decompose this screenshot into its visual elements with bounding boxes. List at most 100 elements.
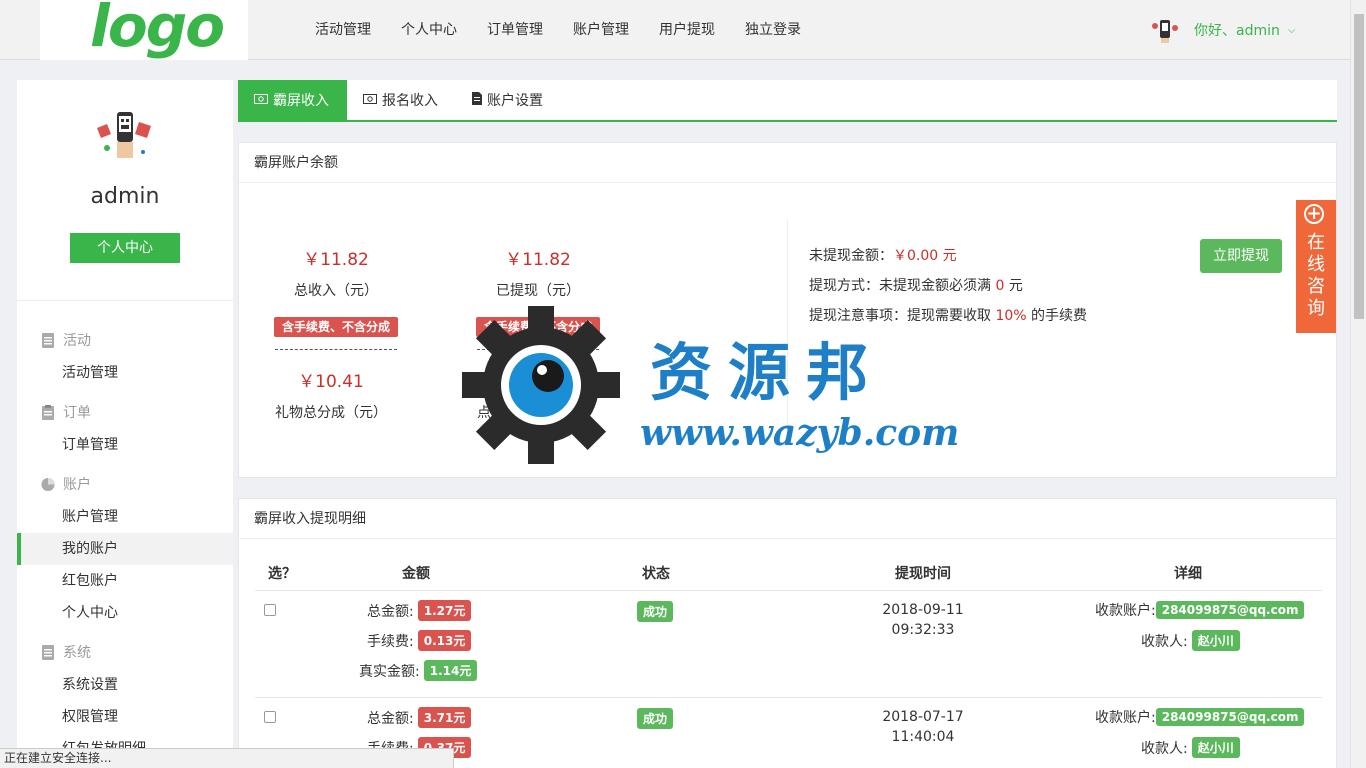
tab-account-settings[interactable]: 账户设置 (456, 80, 561, 120)
col-select: 选？ (268, 566, 296, 582)
logo[interactable]: logo (40, 0, 248, 60)
user-avatar-icon (1152, 20, 1178, 43)
tab-screen-income[interactable]: 霸屏收入 (238, 80, 347, 120)
stat-withdrawn: ￥11.82 已提现（元） (458, 245, 618, 300)
account-badge: 284099875@qq.com (1155, 708, 1305, 726)
total-amount-badge: 1.27元 (417, 600, 472, 621)
gift-share-label: 礼物总分成（元） (275, 405, 387, 421)
tab-label: 账户设置 (487, 93, 543, 109)
account-label: 收款账户: (1095, 710, 1156, 726)
sidebar-item-permission-management[interactable]: 权限管理 (17, 701, 233, 733)
income-tabs: 霸屏收入 报名收入 账户设置 (238, 80, 1337, 122)
browser-status-bar: 正在建立安全连接... (0, 748, 454, 768)
sidebar-item-activity-management[interactable]: 活动管理 (17, 357, 233, 389)
real-amount: 真实金额: 1.14元 (359, 660, 478, 681)
withdraw-date: 2018-09-11 (882, 602, 964, 618)
total-income-value: ￥11.82 (303, 250, 369, 270)
user-greeting: 你好、admin (1194, 23, 1280, 39)
plus-circle-icon: + (1304, 204, 1324, 224)
payee-account: 收款账户: 284099875@qq.com (1095, 600, 1305, 620)
col-amount: 金额 (402, 566, 430, 582)
personal-center-button[interactable]: 个人中心 (70, 233, 180, 263)
fee-amount-badge: 0.13元 (417, 630, 472, 651)
sidebar-group-account: 账户 (41, 474, 91, 494)
sidebar-item-personal-center[interactable]: 个人中心 (17, 597, 233, 629)
row-checkbox[interactable] (264, 604, 276, 616)
tab-label: 报名收入 (382, 93, 438, 109)
tab-label: 霸屏收入 (273, 93, 329, 109)
total-amount-badge: 3.71元 (417, 707, 472, 728)
nav-personal-center[interactable]: 个人中心 (386, 0, 472, 60)
withdraw-time: 2018-09-11 09:32:33 (853, 600, 993, 640)
scrollbar-thumb[interactable] (1354, 14, 1364, 319)
payee-account: 收款账户: 284099875@qq.com (1095, 707, 1305, 727)
withdraw-now-button[interactable]: 立即提现 (1200, 239, 1282, 273)
unwithdrawn-amount: 未提现金额：￥0.00 元 (809, 245, 957, 265)
col-time: 提现时间 (895, 566, 951, 582)
total-amount: 总金额: 3.71元 (367, 707, 472, 728)
account-label: 收款账户: (1095, 603, 1156, 619)
sidebar-group-label: 账户 (63, 477, 91, 493)
top-header: logo 活动管理 个人中心 订单管理 账户管理 用户提现 独立登录 你好、ad… (0, 0, 1350, 60)
stat-gift-share: ￥10.41 礼物总分成（元） (251, 367, 411, 422)
amount-label: 手续费: (367, 633, 414, 650)
chevron-down-icon: ⌵ (1287, 24, 1296, 36)
nav-user-withdraw[interactable]: 用户提现 (644, 0, 730, 60)
unwithdrawn-value: ￥0.00 元 (893, 248, 957, 264)
withdraw-clock: 11:40:04 (891, 729, 955, 745)
profile-avatar (96, 105, 154, 163)
details-card-title: 霸屏收入提现明细 (239, 499, 1336, 539)
tab-signup-income[interactable]: 报名收入 (347, 80, 456, 120)
nav-activity-management[interactable]: 活动管理 (300, 0, 386, 60)
total-amount: 总金额: 1.27元 (367, 600, 472, 621)
sidebar-item-order-management[interactable]: 订单管理 (17, 429, 233, 461)
fee-note-badge: 含手续费、不含分成 (274, 317, 399, 337)
nav-account-management[interactable]: 账户管理 (558, 0, 644, 60)
method-value: 0 (995, 278, 1005, 294)
withdraw-time: 2018-07-17 11:40:04 (853, 707, 993, 747)
payee-label: 收款人: (1141, 740, 1188, 757)
withdrawn-label: 已提现（元） (496, 283, 580, 299)
withdraw-clock: 09:32:33 (891, 622, 955, 638)
payee-label: 收款人: (1141, 633, 1188, 650)
stat-total-income: ￥11.82 总收入（元） (256, 245, 416, 300)
nav-independent-login[interactable]: 独立登录 (730, 0, 816, 60)
sidebar-group-label: 订单 (63, 405, 91, 421)
payee-name: 收款人: 赵小川 (1141, 737, 1240, 758)
amount-label: 真实金额: (359, 663, 420, 680)
sidebar-divider (17, 300, 233, 301)
watermark-gear-icon (462, 306, 620, 464)
top-nav: 活动管理 个人中心 订单管理 账户管理 用户提现 独立登录 (300, 0, 816, 60)
nav-order-management[interactable]: 订单管理 (472, 0, 558, 60)
money-icon (254, 92, 268, 108)
sidebar-item-system-settings[interactable]: 系统设置 (17, 669, 233, 701)
sidebar-group-order: 订单 (41, 402, 91, 422)
document-icon (42, 332, 54, 348)
user-menu[interactable]: 你好、admin ⌵ (1150, 14, 1295, 46)
gift-share-value: ￥10.41 (298, 372, 364, 392)
payee-name: 收款人: 赵小川 (1141, 630, 1240, 651)
page-scrollbar[interactable] (1350, 0, 1366, 768)
total-income-label: 总收入（元） (294, 283, 378, 299)
account-badge: 284099875@qq.com (1155, 601, 1305, 619)
withdrawn-value: ￥11.82 (505, 250, 571, 270)
sidebar-item-redpacket-account[interactable]: 红包账户 (17, 565, 233, 597)
sidebar-item-account-management[interactable]: 账户管理 (17, 501, 233, 533)
table-row: 总金额: 1.27元 手续费: 0.13元 真实金额: 1.14元 成功 201… (255, 591, 1322, 698)
profile-username: admin (90, 184, 160, 209)
dashed-divider (275, 349, 397, 350)
table-header: 选？ 金额 状态 提现时间 详细 (255, 551, 1322, 591)
method-unit: 元 (1008, 278, 1023, 294)
sidebar-group-label: 系统 (63, 645, 91, 661)
row-checkbox[interactable] (264, 711, 276, 723)
sidebar-group-system: 系统 (41, 642, 91, 662)
sidebar-group-activity: 活动 (41, 330, 91, 350)
sidebar-item-my-account[interactable]: 我的账户 (17, 533, 233, 565)
method-label: 提现方式：未提现金额必须满 (809, 278, 991, 294)
balance-card-title: 霸屏账户余额 (239, 143, 1336, 183)
col-status: 状态 (642, 566, 670, 582)
consult-label: 在线咨询 (1307, 232, 1325, 319)
money-icon (363, 92, 377, 108)
logo-text: logo (90, 0, 225, 60)
online-consult-button[interactable]: + 在线咨询 (1296, 200, 1336, 333)
